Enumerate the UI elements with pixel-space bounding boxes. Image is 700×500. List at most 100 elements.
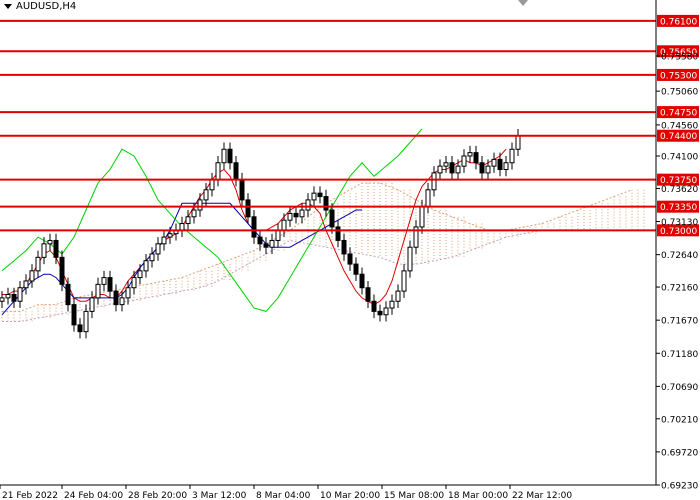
y-tick-label: 0.71670	[661, 317, 698, 327]
level-label: 0.73350	[660, 203, 697, 213]
candle[interactable]	[17, 287, 23, 302]
candle[interactable]	[329, 209, 335, 228]
candle[interactable]	[53, 239, 59, 258]
candle[interactable]	[341, 239, 347, 255]
candle[interactable]	[443, 162, 449, 167]
symbol-label[interactable]: AUDUSD,H4	[4, 1, 76, 12]
candle[interactable]	[83, 310, 89, 333]
candle[interactable]	[65, 283, 71, 306]
candle[interactable]	[389, 300, 395, 309]
candle[interactable]	[5, 293, 11, 299]
candle[interactable]	[395, 290, 401, 302]
candle[interactable]	[89, 297, 95, 312]
y-tick-label: 0.75060	[661, 88, 698, 98]
candle[interactable]	[335, 226, 341, 241]
candle[interactable]	[347, 253, 353, 265]
candle[interactable]	[377, 310, 383, 316]
candle[interactable]	[251, 216, 257, 238]
candle[interactable]	[41, 243, 47, 258]
candle[interactable]	[155, 243, 161, 255]
candle[interactable]	[197, 199, 203, 211]
candle[interactable]	[431, 172, 437, 191]
candle[interactable]	[305, 199, 311, 211]
candle[interactable]	[107, 277, 113, 292]
candle[interactable]	[59, 256, 65, 285]
candle[interactable]	[491, 158, 497, 167]
candle[interactable]	[137, 270, 143, 279]
candle[interactable]	[365, 287, 371, 302]
candle[interactable]	[401, 270, 407, 292]
candle[interactable]	[257, 236, 263, 245]
chart-plot[interactable]: 0.761000.756500.753000.747500.744000.737…	[0, 0, 700, 500]
candle[interactable]	[167, 233, 173, 238]
candle[interactable]	[149, 253, 155, 262]
candle[interactable]	[437, 165, 443, 174]
candle[interactable]	[179, 223, 185, 231]
candle[interactable]	[383, 307, 389, 316]
candle[interactable]	[215, 162, 221, 181]
y-tick-label: 0.74560	[661, 121, 698, 131]
candle[interactable]	[11, 293, 17, 302]
x-tick-label: 22 Mar 12:00	[512, 491, 572, 500]
candle[interactable]	[221, 148, 227, 164]
candle[interactable]	[125, 287, 131, 299]
candle[interactable]	[101, 277, 107, 285]
candle[interactable]	[77, 324, 83, 333]
candle[interactable]	[35, 256, 41, 272]
candle[interactable]	[281, 219, 287, 231]
candle[interactable]	[359, 273, 365, 289]
candle[interactable]	[269, 239, 275, 248]
dropdown-triangle-icon[interactable]	[4, 4, 12, 9]
candle[interactable]	[455, 165, 461, 174]
candle[interactable]	[317, 192, 323, 198]
candle[interactable]	[161, 236, 167, 245]
candle[interactable]	[119, 297, 125, 306]
candle[interactable]	[515, 135, 521, 150]
candle[interactable]	[203, 189, 209, 201]
y-tick-label: 0.73620	[661, 185, 698, 195]
candle[interactable]	[479, 162, 485, 174]
candle[interactable]	[407, 246, 413, 272]
chart-shift-icon[interactable]	[518, 0, 528, 6]
y-tick-label: 0.69720	[661, 448, 698, 458]
candle[interactable]	[425, 189, 431, 208]
candle[interactable]	[371, 300, 377, 312]
candle[interactable]	[287, 212, 293, 221]
candle[interactable]	[47, 239, 53, 245]
candle[interactable]	[509, 148, 515, 164]
candle[interactable]	[95, 283, 101, 299]
candle[interactable]	[467, 152, 473, 157]
candle[interactable]	[485, 165, 491, 174]
candle[interactable]	[113, 290, 119, 306]
candle[interactable]	[299, 209, 305, 218]
candle[interactable]	[0, 297, 5, 302]
candle[interactable]	[209, 179, 215, 191]
candle[interactable]	[29, 270, 35, 282]
candle[interactable]	[233, 162, 239, 181]
candle[interactable]	[245, 199, 251, 218]
candle[interactable]	[503, 162, 509, 171]
candle[interactable]	[131, 277, 137, 289]
candle[interactable]	[497, 158, 503, 171]
candle[interactable]	[191, 209, 197, 218]
symbol-text: AUDUSD,H4	[16, 1, 77, 12]
candle[interactable]	[143, 260, 149, 272]
x-tick-label: 8 Mar 04:00	[256, 491, 311, 500]
candle[interactable]	[185, 216, 191, 225]
candle[interactable]	[473, 152, 479, 164]
candle[interactable]	[323, 196, 329, 211]
candle[interactable]	[311, 192, 317, 201]
candle[interactable]	[239, 179, 245, 201]
candle[interactable]	[263, 243, 269, 248]
candle[interactable]	[275, 229, 281, 241]
candle[interactable]	[227, 148, 233, 164]
x-tick-label: 21 Feb 2022	[2, 491, 58, 500]
candle[interactable]	[419, 206, 425, 228]
candle[interactable]	[353, 263, 359, 275]
candle[interactable]	[71, 304, 77, 326]
candle[interactable]	[461, 155, 467, 167]
candle[interactable]	[23, 280, 29, 289]
candle[interactable]	[449, 162, 455, 174]
candle[interactable]	[293, 212, 299, 218]
level-label: 0.76100	[660, 17, 697, 27]
